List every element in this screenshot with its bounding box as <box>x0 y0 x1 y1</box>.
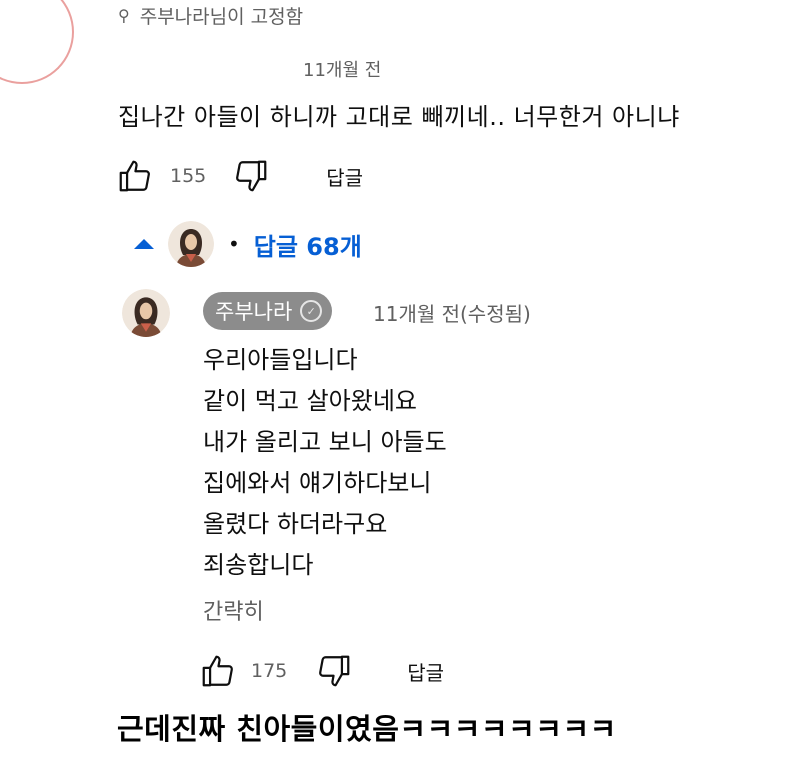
reply-author-name: 주부나라 <box>215 300 293 324</box>
top-comment-avatar[interactable] <box>0 0 74 84</box>
replies-count-label[interactable]: 답글 68개 <box>254 227 362 262</box>
reply-author-chip[interactable]: 주부나라 ✓ <box>203 292 333 330</box>
comment-time[interactable]: 11개월 전 <box>303 56 381 82</box>
pinned-label: 주부나라님이 고정함 <box>139 5 304 28</box>
thumbs-down-icon[interactable] <box>232 157 270 195</box>
reply-line: 우리아들입니다 <box>203 346 358 374</box>
caret-up-icon <box>134 239 154 249</box>
pin-icon: ⚲ <box>118 5 130 25</box>
reply-time[interactable]: 11개월 전(수정됨) <box>373 298 531 327</box>
thumbs-up-icon[interactable] <box>116 157 154 195</box>
reply-avatar[interactable] <box>122 289 170 337</box>
reply-reply-button[interactable]: 답글 <box>407 657 444 686</box>
separator-dot: • <box>228 232 240 256</box>
creator-avatar <box>168 221 214 267</box>
comment-like-count: 155 <box>170 165 207 187</box>
reply-like-count: 175 <box>251 660 288 682</box>
reply-text: 우리아들입니다 같이 먹고 살아왔네요 내가 올리고 보니 아들도 집에와서 얘… <box>203 340 447 586</box>
pinned-row: ⚲ 주부나라님이 고정함 <box>118 2 303 28</box>
comment-reply-button[interactable]: 답글 <box>326 162 363 191</box>
show-less-button[interactable]: 간략히 <box>203 594 264 626</box>
reply-line: 내가 올리고 보니 아들도 <box>203 428 447 456</box>
reply-line: 같이 먹고 살아왔네요 <box>203 387 417 415</box>
verified-check-icon: ✓ <box>300 300 323 322</box>
comment-actions: 155 답글 <box>116 156 363 196</box>
replies-toggle[interactable]: • 답글 68개 <box>134 220 362 268</box>
caption-text: 근데진짜 친아들이였음ㅋㅋㅋㅋㅋㅋㅋㅋ <box>117 712 617 746</box>
thumbs-up-icon[interactable] <box>199 652 237 690</box>
reply-line: 집에와서 얘기하다보니 <box>203 469 432 497</box>
reply-actions: 175 답글 <box>199 651 444 691</box>
comment-text: 집나간 아들이 하니까 고대로 빼끼네.. 너무한거 아니냐 <box>118 103 680 131</box>
reply-line: 죄송합니다 <box>203 551 314 579</box>
reply-line: 올렸다 하더라구요 <box>203 510 388 538</box>
thumbs-down-icon[interactable] <box>315 652 353 690</box>
